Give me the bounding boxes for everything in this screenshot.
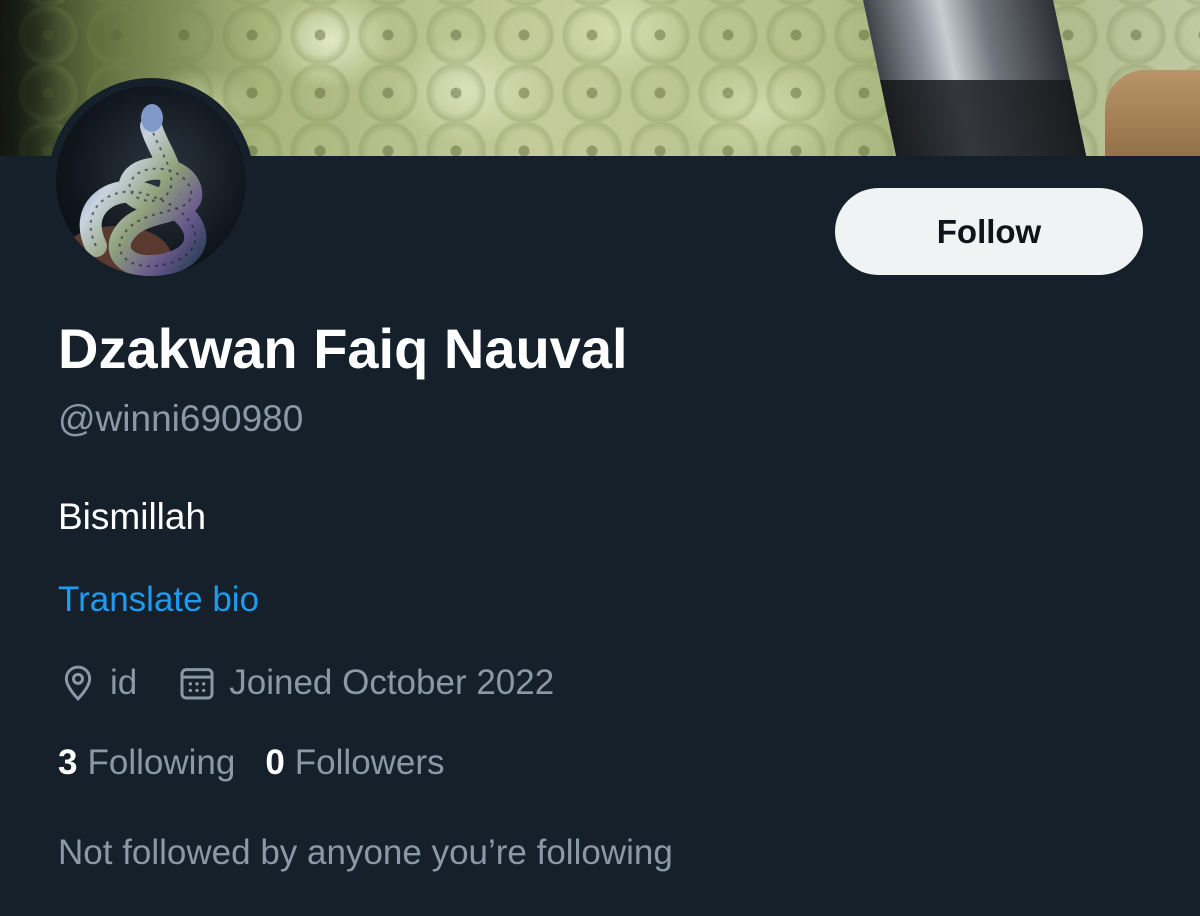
following-label: Following <box>87 743 236 782</box>
location-item: id <box>58 663 137 703</box>
joined-item: Joined October 2022 <box>177 663 554 703</box>
followed-by-note: Not followed by anyone you’re following <box>58 833 673 872</box>
joined-text: Joined October 2022 <box>229 663 555 702</box>
follow-stats: 3 Following 0 Followers <box>58 743 445 783</box>
location-pin-icon <box>58 663 98 703</box>
banner-pipe <box>858 0 1092 156</box>
followers-count: 0 <box>265 743 285 782</box>
user-handle: @winni690980 <box>58 398 304 439</box>
snake-icon <box>61 104 207 276</box>
profile-avatar[interactable] <box>48 78 254 284</box>
following-link[interactable]: 3 Following <box>58 743 235 783</box>
display-name: Dzakwan Faiq Nauval <box>58 317 628 380</box>
profile-bio: Bismillah <box>58 496 207 537</box>
followers-link[interactable]: 0 Followers <box>265 743 444 783</box>
followers-label: Followers <box>294 743 445 782</box>
calendar-icon <box>177 663 217 703</box>
avatar-image <box>56 86 246 276</box>
location-text: id <box>110 663 138 702</box>
banner-wood <box>1105 70 1200 156</box>
following-count: 3 <box>58 743 78 782</box>
follow-button[interactable]: Follow <box>835 188 1143 275</box>
banner-shadow <box>0 0 60 156</box>
translate-bio-link[interactable]: Translate bio <box>58 580 259 620</box>
profile-meta: id Joined October 2022 <box>58 660 554 706</box>
